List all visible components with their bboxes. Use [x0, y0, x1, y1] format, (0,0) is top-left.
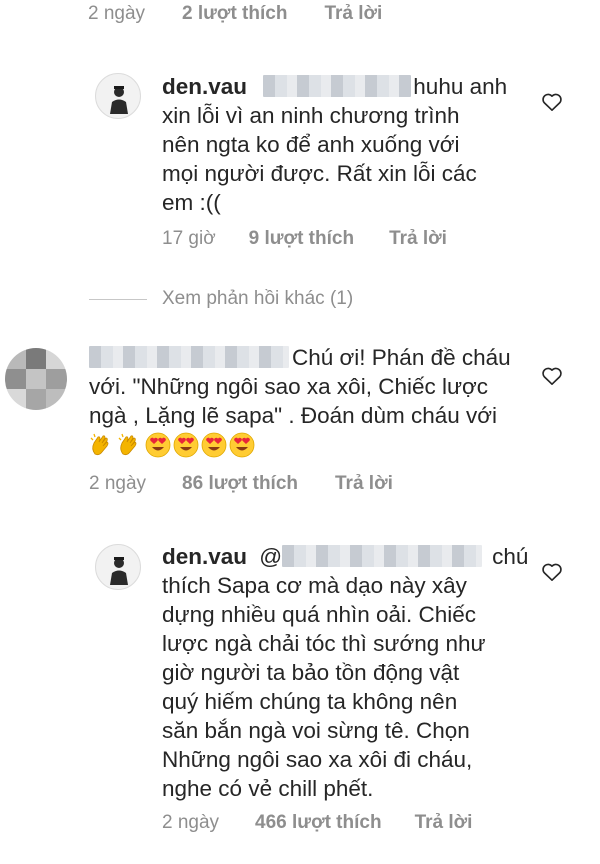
comment-text-line: nghe có vẻ chill phết.	[162, 776, 374, 801]
view-more-replies[interactable]: Xem phản hồi khác (1)	[89, 288, 353, 310]
reply-button[interactable]: Trả lời	[335, 473, 393, 495]
comment-time: 17 giờ	[162, 228, 216, 249]
comment-meta: 2 ngày 86 lượt thích Trả lời	[89, 473, 393, 495]
comment-text-line: nên ngta ko để anh xuống với	[162, 132, 460, 157]
avatar[interactable]	[95, 73, 141, 119]
comment-text-line: ngà , Lặng lẽ sapa" . Đoán dùm cháu với	[89, 403, 497, 428]
comment-username[interactable]: den.vau	[162, 544, 247, 569]
likes-count[interactable]: 9 lượt thích	[249, 228, 354, 250]
redacted-mention	[263, 75, 412, 97]
likes-count[interactable]: 2 lượt thích	[182, 3, 287, 25]
comment-text-line: săn bắn ngà voi sừng tê. Chọn	[162, 718, 470, 743]
comment-text-line: Những ngôi sao xa xôi đi cháu,	[162, 747, 473, 772]
comment-text-line: Chú ơi! Phán đề cháu	[292, 345, 511, 370]
comment-text-line: chú	[492, 544, 529, 569]
reply-meta: 2 ngày 466 lượt thích Trả lời	[162, 812, 472, 834]
comment-text-line: mọi người được. Rất xin lỗi các	[162, 161, 477, 186]
comment-time: 2 ngày	[88, 3, 146, 24]
comment-text-line: lược ngà chải tóc thì sướng như	[162, 631, 486, 656]
comment-text-line: thích Sapa cơ mà dạo này xây	[162, 573, 467, 598]
reply-meta: 17 giờ 9 lượt thích Trả lời	[162, 228, 447, 250]
emoji-row	[89, 431, 529, 460]
comment-text-line: với. "Những ngôi sao xa xôi, Chiếc lược	[89, 374, 489, 399]
comment-text-line: em :((	[162, 190, 221, 215]
comment-time: 2 ngày	[89, 473, 147, 494]
comment: Chú ơi! Phán đề cháu với. "Những ngôi sa…	[89, 343, 529, 460]
clapping-hands-emoji-icon	[118, 433, 137, 456]
heart-eyes-emoji-icon	[229, 432, 255, 458]
comment-text-line: xin lỗi vì an ninh chương trình	[162, 103, 460, 128]
comment-text-line: giờ người ta bảo tồn động vật	[162, 660, 460, 685]
person-silhouette-icon	[110, 86, 128, 114]
redacted-mention	[282, 545, 483, 567]
heart-eyes-emoji-icon	[173, 432, 199, 458]
comment-username[interactable]: den.vau	[162, 74, 247, 99]
reply-button[interactable]: Trả lời	[415, 812, 473, 834]
heart-outline-icon[interactable]	[541, 92, 563, 112]
person-silhouette-icon	[110, 557, 128, 585]
avatar[interactable]	[95, 544, 141, 590]
comment-time: 2 ngày	[162, 812, 220, 833]
comment-text-line: huhu anh	[413, 74, 508, 99]
reply-button[interactable]: Trả lời	[389, 228, 447, 250]
likes-count[interactable]: 86 lượt thích	[182, 473, 298, 495]
reply-comment: den.vau @ chú thích Sapa cơ mà dạo này xâ…	[162, 542, 532, 803]
view-more-label[interactable]: Xem phản hồi khác (1)	[162, 288, 353, 310]
mention-prefix: @	[259, 544, 283, 569]
comment-text-line: dựng nhiều quá nhìn oải. Chiếc	[162, 602, 477, 627]
clapping-hands-emoji-icon	[90, 433, 109, 456]
likes-count[interactable]: 466 lượt thích	[255, 812, 382, 834]
redacted-username	[89, 346, 289, 368]
heart-eyes-emoji-icon	[145, 432, 171, 458]
comment-text-line: quý hiếm chúng ta không nên	[162, 689, 458, 714]
avatar[interactable]	[5, 348, 67, 410]
reply-button[interactable]: Trả lời	[324, 3, 382, 25]
comment-meta-top: 2 ngày 2 lượt thích Trả lời	[88, 3, 382, 25]
divider-line	[89, 298, 147, 300]
heart-outline-icon[interactable]	[541, 366, 563, 386]
heart-eyes-emoji-icon	[201, 432, 227, 458]
reply-comment: den.vau huhu anh xin lỗi vì an ninh chươ…	[162, 72, 522, 217]
heart-outline-icon[interactable]	[541, 562, 563, 582]
